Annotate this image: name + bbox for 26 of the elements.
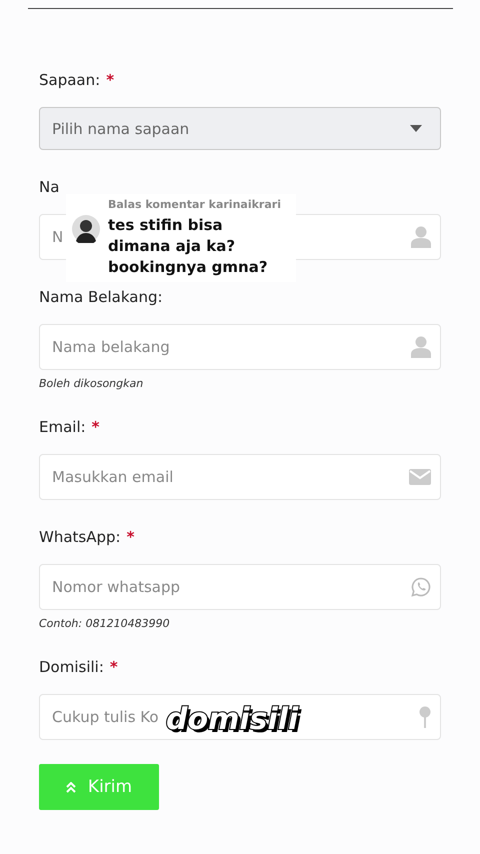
field-label: Email: bbox=[39, 418, 86, 436]
field-hint: Contoh: 081210483990 bbox=[39, 617, 171, 630]
input-field[interactable]: Masukkan email bbox=[39, 454, 441, 500]
field-hint: Boleh dikosongkan bbox=[39, 377, 144, 390]
avatar bbox=[72, 215, 100, 243]
whatsapp-icon bbox=[411, 577, 431, 597]
pin-icon bbox=[419, 706, 431, 728]
required-mark: * bbox=[110, 658, 118, 676]
user-icon bbox=[411, 226, 431, 248]
salutation-select[interactable]: Pilih nama sapaan bbox=[39, 107, 441, 150]
field-label: Sapaan: bbox=[39, 71, 100, 89]
input-field[interactable]: Nama belakang bbox=[39, 324, 441, 370]
caret-icon bbox=[410, 125, 422, 132]
chevrons-up-icon bbox=[66, 782, 76, 792]
field-label: WhatsApp: bbox=[39, 528, 121, 546]
field-label: Domisili: bbox=[39, 658, 104, 676]
user-icon bbox=[411, 336, 431, 358]
required-mark: * bbox=[106, 71, 114, 89]
envelope-icon bbox=[409, 469, 431, 485]
field-label: Nama Belakang: bbox=[39, 288, 163, 306]
required-mark: * bbox=[92, 418, 100, 436]
comment-text: tes stifin bisa dimana aja ka? bookingnya gmna? bbox=[108, 215, 269, 278]
field-label: Na bbox=[39, 178, 60, 196]
input-field[interactable]: Nomor whatsapp bbox=[39, 564, 441, 610]
required-mark: * bbox=[126, 528, 134, 546]
comment-header: Balas komentar karinaikrari bbox=[107, 198, 282, 211]
